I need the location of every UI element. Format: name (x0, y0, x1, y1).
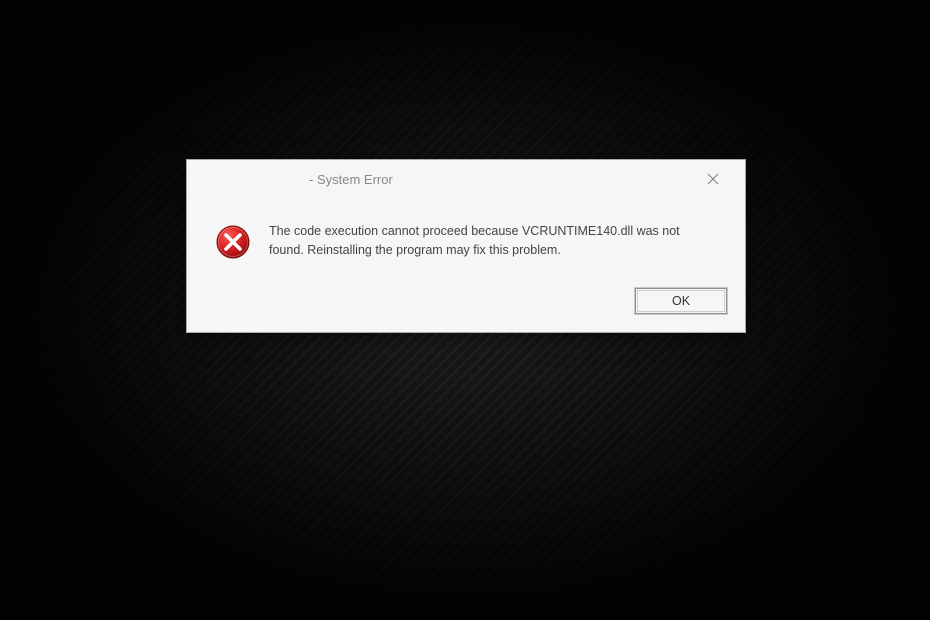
close-button[interactable] (693, 164, 733, 194)
system-error-dialog: - System Error (186, 159, 746, 333)
titlebar[interactable]: - System Error (187, 160, 745, 198)
dialog-title: - System Error (209, 172, 393, 187)
ok-button[interactable]: OK (635, 288, 727, 314)
error-icon (215, 224, 251, 260)
button-row: OK (187, 278, 745, 332)
close-icon (707, 173, 719, 185)
dialog-content: The code execution cannot proceed becaus… (187, 198, 745, 278)
dialog-message: The code execution cannot proceed becaus… (269, 222, 717, 260)
